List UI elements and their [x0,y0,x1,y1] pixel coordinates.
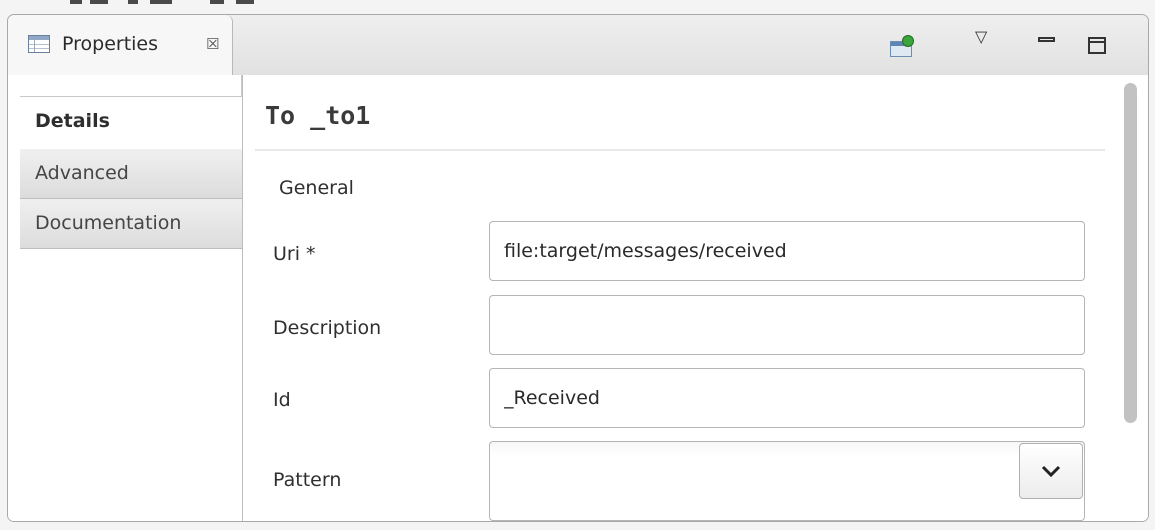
maximize-icon[interactable] [1088,37,1106,54]
uri-label: Uri * [273,243,316,265]
minimize-icon[interactable] [1038,37,1055,42]
section-general-heading: General [279,177,354,199]
pattern-select[interactable] [489,441,1085,521]
tab-advanced[interactable]: Advanced [20,149,242,199]
chevron-down-icon [1041,465,1061,478]
close-icon[interactable]: ☒ [206,35,219,53]
id-label: Id [273,389,291,411]
pattern-label: Pattern [273,469,342,491]
pin-editor-icon[interactable] [888,35,914,57]
title-divider [255,149,1105,151]
id-field[interactable] [489,368,1085,428]
properties-view: Properties ☒ ▽ Details Advanced Document… [7,14,1149,522]
pattern-dropdown-button[interactable] [1019,443,1083,499]
section-tabs-top [20,75,242,97]
section-tabs: Details Advanced Documentation [8,75,243,521]
vertical-scrollbar[interactable] [1117,75,1148,521]
uri-field[interactable] [489,221,1085,281]
view-menu-icon[interactable]: ▽ [975,27,987,46]
description-field[interactable] [489,295,1085,355]
tab-properties[interactable]: Properties ☒ [8,15,233,75]
tab-properties-label: Properties [62,33,159,55]
description-label: Description [273,317,382,339]
scrollbar-thumb[interactable] [1124,83,1137,423]
tab-details[interactable]: Details [20,97,242,147]
view-header: Properties ☒ ▽ [8,15,1148,75]
top-edge-fragment [0,0,1155,8]
view-body: Details Advanced Documentation To _to1 G… [8,75,1148,521]
details-content: To _to1 General Uri * Description Id Pat… [243,75,1111,521]
tab-documentation[interactable]: Documentation [20,199,242,249]
properties-table-icon [28,35,50,53]
page-title: To _to1 [265,101,371,130]
